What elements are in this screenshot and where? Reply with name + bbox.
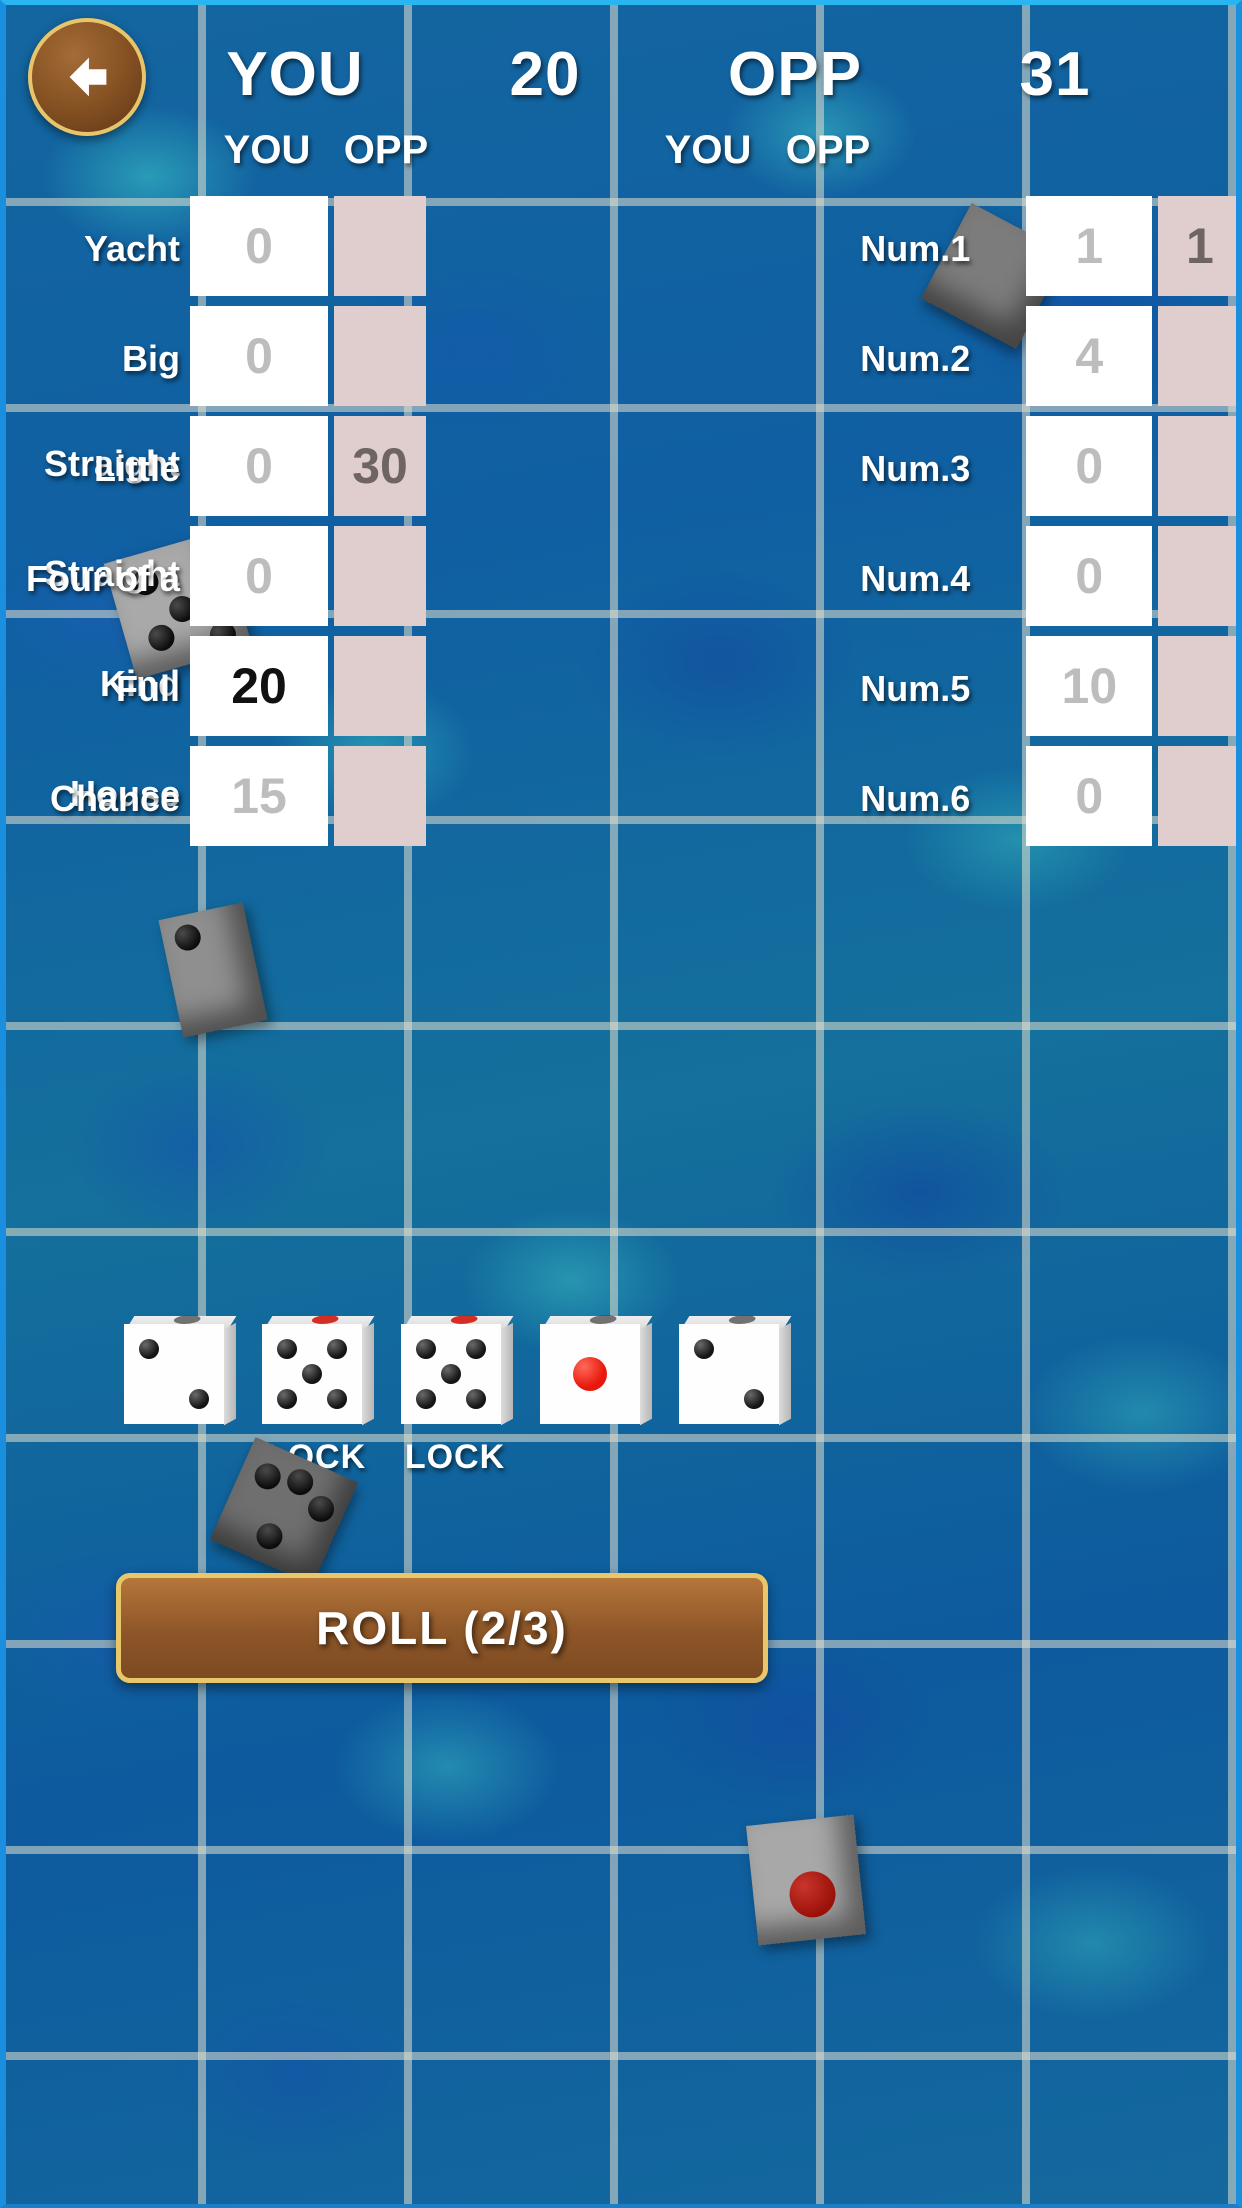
die-slot-4[interactable] [519, 1315, 669, 1438]
table-row[interactable]: Four of a Kind 0 [0, 526, 440, 704]
die-top-pip [171, 1315, 203, 1324]
score-cell-you[interactable]: 0 [190, 416, 328, 516]
score-cell-you[interactable]: 1 [1026, 196, 1153, 296]
dice-tray: LOCK LOCK [0, 1315, 1242, 1546]
score-cell-you[interactable]: 0 [190, 196, 328, 296]
row-label: Chance [49, 778, 180, 819]
score-summary: YOU 20 OPP 31 [150, 26, 1220, 122]
die-2[interactable] [262, 1315, 375, 1426]
table-row[interactable]: Num.4 0 [440, 526, 1242, 631]
decorative-die [746, 1814, 866, 1946]
score-cell-opp [1157, 306, 1242, 406]
you-label: YOU [226, 39, 364, 109]
row-label: Num.3 [860, 448, 971, 489]
die-side-face [224, 1322, 236, 1426]
score-cell-opp: 30 [334, 416, 426, 516]
die-front-face [401, 1324, 501, 1424]
die-top-pip [587, 1315, 619, 1324]
game-screen: YOU 20 OPP 31 YOU OPP YOU OPP Yacht 0 Bi… [0, 0, 1242, 2208]
top-bar: YOU 20 OPP 31 [0, 0, 1242, 170]
score-cell-opp [334, 636, 426, 736]
die-1[interactable] [124, 1315, 237, 1426]
score-cell-opp [334, 746, 426, 846]
die-top-pip [309, 1315, 341, 1324]
row-label: Num.4 [860, 558, 971, 599]
scorecard-right: Num.1 1 1 Num.2 4 Num.3 0 Num.4 0 Num.5 … [440, 196, 1242, 856]
decorative-die [158, 902, 268, 1038]
roll-button[interactable]: ROLL (2/3) [116, 1573, 768, 1683]
opp-total-score: 31 [1019, 39, 1091, 109]
table-row[interactable]: Num.5 10 [440, 636, 1242, 741]
table-row[interactable]: Chance 15 [0, 746, 440, 851]
row-label: Num.1 [860, 228, 971, 269]
row-label: Num.5 [860, 668, 971, 709]
table-row[interactable]: Little Straight 0 30 [0, 416, 440, 594]
opp-label: OPP [728, 39, 862, 109]
die-3[interactable] [401, 1315, 514, 1426]
score-cell-you[interactable]: 15 [190, 746, 328, 846]
score-cell-opp [334, 526, 426, 626]
score-cell-opp [334, 196, 426, 296]
row-label: Num.6 [860, 778, 971, 819]
score-cell-you[interactable]: 4 [1026, 306, 1153, 406]
left-column-header-you: YOU [223, 128, 311, 172]
die-side-face [501, 1322, 513, 1426]
die-slot-3[interactable]: LOCK [380, 1315, 530, 1477]
die-side-face [779, 1322, 791, 1426]
die-side-face [362, 1322, 374, 1426]
die-4[interactable] [540, 1315, 653, 1426]
die-front-face [262, 1324, 362, 1424]
table-row[interactable]: Num.1 1 1 [440, 196, 1242, 301]
score-cell-you[interactable]: 20 [190, 636, 328, 736]
die-front-face [124, 1324, 224, 1424]
score-cell-opp [1157, 526, 1242, 626]
die-top-pip [448, 1315, 480, 1324]
score-cell-opp [1157, 636, 1242, 736]
right-column-header-you: YOU [664, 128, 752, 172]
row-label: Yacht [83, 228, 180, 269]
die-front-face [679, 1324, 779, 1424]
score-cell-opp [1157, 416, 1242, 516]
back-button[interactable] [28, 18, 146, 136]
row-label: Num.2 [860, 338, 971, 379]
arrow-left-icon [69, 57, 107, 97]
score-cell-you[interactable]: 0 [1026, 526, 1153, 626]
score-cell-you[interactable]: 0 [190, 306, 328, 406]
die-5[interactable] [679, 1315, 792, 1426]
score-cell-you[interactable]: 0 [1026, 746, 1153, 846]
table-row[interactable]: Full House 20 [0, 636, 440, 814]
score-cell-opp: 1 [1157, 196, 1242, 296]
die-slot-1[interactable] [103, 1315, 253, 1438]
table-row[interactable]: Big Straight 0 [0, 306, 440, 484]
die-top-pip [726, 1315, 758, 1324]
die-side-face [640, 1322, 652, 1426]
table-row[interactable]: Yacht 0 [0, 196, 440, 301]
table-row[interactable]: Num.3 0 [440, 416, 1242, 521]
table-row[interactable]: Num.2 4 [440, 306, 1242, 411]
score-cell-you[interactable]: 0 [1026, 416, 1153, 516]
table-row[interactable]: Num.6 0 [440, 746, 1242, 851]
you-total-score: 20 [509, 39, 581, 109]
score-cell-you[interactable]: 0 [190, 526, 328, 626]
right-column-header-opp: OPP [785, 128, 871, 172]
die-lock-label: LOCK [404, 1438, 506, 1476]
score-cell-you[interactable]: 10 [1026, 636, 1153, 736]
left-column-header-opp: OPP [343, 128, 429, 172]
die-front-face [540, 1324, 640, 1424]
die-slot-5[interactable] [658, 1315, 808, 1438]
score-cell-opp [1157, 746, 1242, 846]
scorecard-left: Yacht 0 Big Straight 0 Little Straight 0… [0, 196, 440, 856]
score-cell-opp [334, 306, 426, 406]
